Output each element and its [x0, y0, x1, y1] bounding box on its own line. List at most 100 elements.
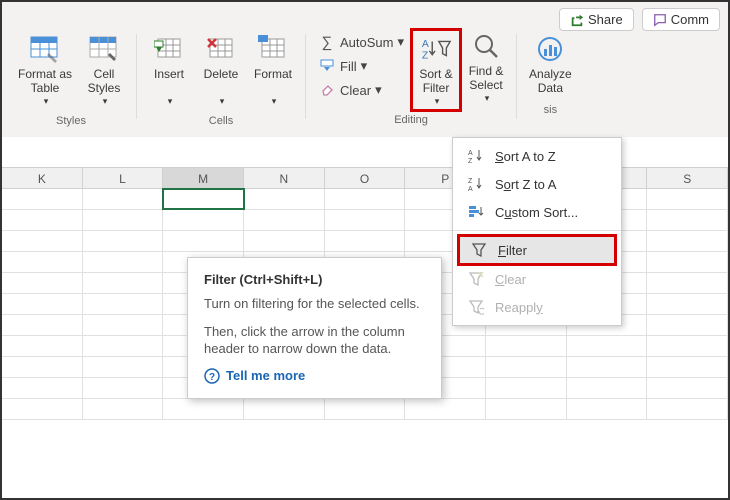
- cell[interactable]: [567, 378, 648, 398]
- sort-za-icon: ZA: [467, 175, 485, 193]
- cell[interactable]: [244, 189, 325, 209]
- cell[interactable]: [2, 189, 83, 209]
- cell[interactable]: [647, 315, 728, 335]
- custom-sort-item[interactable]: Custom Sort...: [453, 198, 621, 226]
- svg-text:Z: Z: [468, 178, 473, 185]
- tell-me-more-link[interactable]: ? Tell me more: [204, 368, 425, 384]
- cell[interactable]: [244, 210, 325, 230]
- reapply-label: Reapply: [495, 300, 543, 315]
- cell[interactable]: [83, 399, 164, 419]
- format-as-table-button[interactable]: Format as Table▾: [14, 31, 76, 109]
- cell[interactable]: [647, 231, 728, 251]
- cell[interactable]: [486, 378, 567, 398]
- cell[interactable]: [405, 399, 486, 419]
- cell[interactable]: [647, 399, 728, 419]
- share-label: Share: [588, 12, 623, 27]
- share-button[interactable]: Share: [559, 8, 634, 31]
- cell[interactable]: [647, 252, 728, 272]
- delete-icon: [205, 33, 237, 65]
- analyze-data-button[interactable]: Analyze Data: [525, 31, 576, 98]
- find-select-label: Find & Select: [469, 64, 504, 93]
- eraser-icon: [318, 81, 336, 99]
- cell[interactable]: [163, 189, 244, 209]
- cell[interactable]: [2, 210, 83, 230]
- cell[interactable]: [486, 399, 567, 419]
- cell[interactable]: [2, 252, 83, 272]
- cell[interactable]: [486, 336, 567, 356]
- separator: [305, 34, 306, 119]
- comments-button[interactable]: Comm: [642, 8, 720, 31]
- cell[interactable]: [567, 357, 648, 377]
- autosum-button[interactable]: ∑ AutoSum ▾: [312, 31, 410, 53]
- tell-me-more-label: Tell me more: [226, 368, 305, 383]
- fill-button[interactable]: Fill ▾: [312, 55, 410, 77]
- cell-styles-label: Cell Styles: [88, 67, 121, 96]
- cell[interactable]: [486, 357, 567, 377]
- cell[interactable]: [325, 189, 406, 209]
- format-button[interactable]: Format▾: [249, 31, 297, 109]
- cell-styles-button[interactable]: Cell Styles▾: [80, 31, 128, 109]
- cell[interactable]: [83, 336, 164, 356]
- cell[interactable]: [83, 357, 164, 377]
- cell[interactable]: [2, 357, 83, 377]
- top-right-buttons: Share Comm: [559, 8, 720, 31]
- cell[interactable]: [325, 210, 406, 230]
- cell[interactable]: [647, 336, 728, 356]
- cell[interactable]: [83, 378, 164, 398]
- sort-za-item[interactable]: ZA Sort Z to A: [453, 170, 621, 198]
- cells-group-label: Cells: [209, 113, 233, 131]
- custom-sort-icon: [467, 203, 485, 221]
- clear-button[interactable]: Clear ▾: [312, 79, 410, 101]
- cell[interactable]: [647, 210, 728, 230]
- cell[interactable]: [2, 273, 83, 293]
- styles-group-label: Styles: [56, 113, 86, 131]
- cell[interactable]: [647, 294, 728, 314]
- cell[interactable]: [2, 231, 83, 251]
- filter-item[interactable]: Filter: [457, 234, 617, 266]
- column-header-O[interactable]: O: [325, 168, 406, 188]
- svg-text:A: A: [468, 150, 473, 157]
- cell[interactable]: [83, 294, 164, 314]
- cell[interactable]: [83, 210, 164, 230]
- cell[interactable]: [647, 189, 728, 209]
- column-header-L[interactable]: L: [83, 168, 164, 188]
- find-select-button[interactable]: Find & Select▾: [462, 28, 510, 112]
- cell[interactable]: [244, 399, 325, 419]
- cell[interactable]: [567, 336, 648, 356]
- cell[interactable]: [2, 315, 83, 335]
- sort-az-label: Sort A to Z: [495, 149, 556, 164]
- cell[interactable]: [2, 294, 83, 314]
- cell[interactable]: [83, 231, 164, 251]
- cell[interactable]: [2, 399, 83, 419]
- sort-az-item[interactable]: AZ Sort A to Z: [453, 142, 621, 170]
- cell[interactable]: [83, 189, 164, 209]
- cell[interactable]: [2, 378, 83, 398]
- svg-text:Z: Z: [422, 50, 428, 61]
- fill-down-icon: [318, 57, 336, 75]
- cell[interactable]: [325, 231, 406, 251]
- cell[interactable]: [647, 378, 728, 398]
- cell[interactable]: [325, 399, 406, 419]
- cell[interactable]: [163, 210, 244, 230]
- column-header-K[interactable]: K: [2, 168, 83, 188]
- cell[interactable]: [83, 273, 164, 293]
- cell[interactable]: [163, 231, 244, 251]
- chevron-down-icon: ▾: [44, 96, 49, 107]
- cell[interactable]: [244, 231, 325, 251]
- sort-filter-button[interactable]: AZ Sort & Filter▾: [410, 28, 462, 112]
- column-header-N[interactable]: N: [244, 168, 325, 188]
- grid-row: [2, 399, 728, 420]
- cell[interactable]: [83, 315, 164, 335]
- reapply-icon: [467, 298, 485, 316]
- insert-button[interactable]: Insert▾: [145, 31, 193, 109]
- cell[interactable]: [567, 399, 648, 419]
- cell[interactable]: [83, 252, 164, 272]
- cell[interactable]: [647, 273, 728, 293]
- delete-button[interactable]: Delete▾: [197, 31, 245, 109]
- cell[interactable]: [163, 399, 244, 419]
- column-header-S[interactable]: S: [647, 168, 728, 188]
- column-header-M[interactable]: M: [163, 168, 244, 188]
- cell[interactable]: [647, 357, 728, 377]
- cell[interactable]: [2, 336, 83, 356]
- chevron-down-icon: ▾: [375, 82, 382, 98]
